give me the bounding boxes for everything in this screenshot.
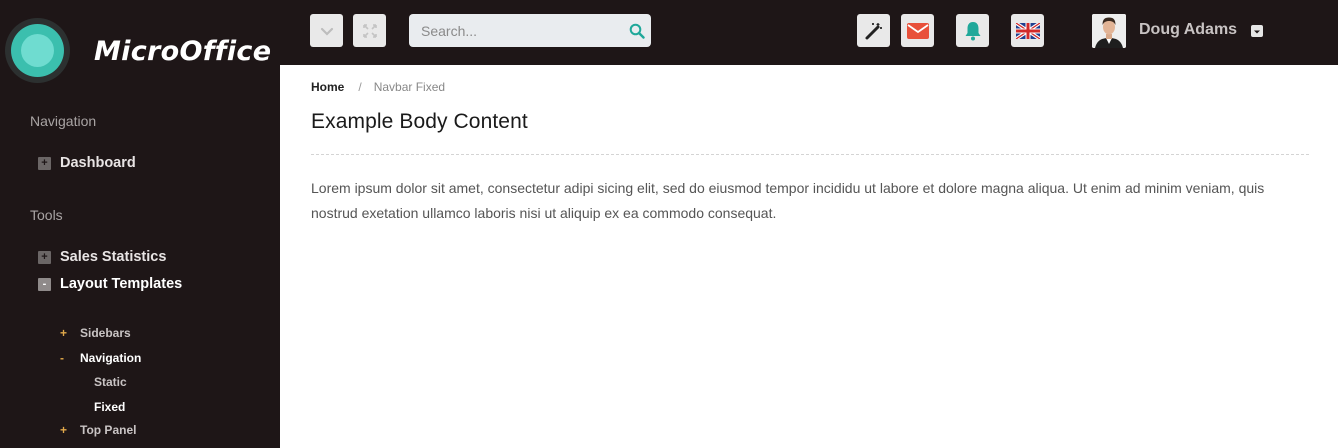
bell-icon [965,21,980,40]
minus-icon: - [38,277,51,291]
sidebar-item-label: Dashboard [60,155,136,171]
search-box [409,14,651,47]
magic-wand-icon [865,22,882,39]
sidebar-subitem-label: Top Panel [80,423,137,437]
uk-flag-icon [1015,22,1040,39]
sidebar: MicroOffice Navigation + Dashboard Tools… [0,0,280,448]
sidebar-item-dashboard[interactable]: + Dashboard [38,155,136,171]
sidebar-item-label: Layout Templates [60,276,183,292]
breadcrumb-current: Navbar Fixed [373,80,446,94]
plus-icon: + [38,156,51,170]
sidebar-item-label: Sales Statistics [60,249,167,265]
brand-name[interactable]: MicroOffice [94,36,271,67]
magic-wand-button[interactable] [857,14,890,47]
user-name[interactable]: Doug Adams [1139,21,1237,39]
plus-icon: + [60,423,68,437]
sidebar-subitem-navigation[interactable]: - Navigation [60,351,141,365]
minus-icon: - [60,351,64,365]
avatar[interactable] [1092,14,1126,48]
top-navbar: Doug Adams [280,0,1338,65]
sidebar-subitem-label: Navigation [80,351,142,365]
divider [311,154,1309,155]
sidebar-subitem-top-panel[interactable]: + Top Panel [60,423,136,437]
plus-icon: + [38,250,51,264]
language-button[interactable] [1011,14,1044,47]
search-input[interactable] [409,14,609,47]
sidebar-subitem-sidebars[interactable]: + Sidebars [60,326,131,340]
breadcrumb-home[interactable]: Home [311,80,344,94]
fullscreen-button[interactable] [353,14,386,47]
notifications-button[interactable] [956,14,989,47]
collapse-button[interactable] [310,14,343,47]
user-menu-caret[interactable] [1251,25,1263,37]
section-label-navigation: Navigation [30,113,97,129]
sidebar-subitem-static[interactable]: Static [94,375,127,389]
sidebar-item-layout-templates[interactable]: - Layout Templates [38,276,182,292]
logo-icon [5,18,70,83]
chevron-down-icon [1254,30,1260,34]
page-title: Example Body Content [311,110,528,133]
sidebar-subitem-fixed[interactable]: Fixed [94,400,125,414]
plus-icon: + [60,326,68,340]
breadcrumb: Home / Navbar Fixed [311,80,445,94]
chevron-down-icon [320,27,333,36]
user-photo-icon [1092,14,1126,48]
sidebar-subitem-label: Sidebars [80,326,131,340]
search-icon[interactable] [629,23,645,39]
sidebar-item-sales-statistics[interactable]: + Sales Statistics [38,249,166,265]
body-paragraph: Lorem ipsum dolor sit amet, consectetur … [311,180,1265,221]
messages-button[interactable] [901,14,934,47]
section-label-tools: Tools [30,207,63,223]
envelope-icon [906,22,929,39]
breadcrumb-separator: / [358,80,362,94]
expand-icon [362,23,377,38]
